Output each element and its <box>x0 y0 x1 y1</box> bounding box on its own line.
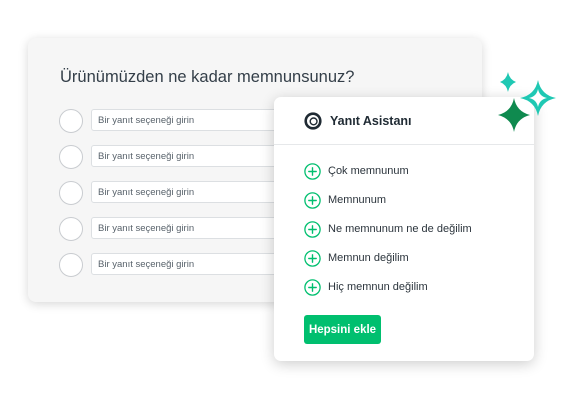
answer-assistant-panel: Yanıt Asistanı Çok memnunum Memnunum Ne … <box>274 97 534 361</box>
suggestion-item[interactable]: Memnun değilim <box>304 250 514 279</box>
suggestion-item[interactable]: Çok memnunum <box>304 163 514 192</box>
suggestion-label: Memnunum <box>328 194 387 206</box>
question-title: Ürünümüzden ne kadar memnunsunuz? <box>60 68 355 86</box>
suggestion-item[interactable]: Ne memnunum ne de değilim <box>304 221 514 250</box>
plus-circle-icon <box>304 221 321 238</box>
plus-circle-icon <box>304 250 321 267</box>
suggestion-label: Memnun değilim <box>328 252 409 264</box>
radio-button[interactable] <box>59 217 83 241</box>
plus-circle-icon <box>304 192 321 209</box>
suggestion-label: Hiç memnun değilim <box>328 281 428 293</box>
plus-circle-icon <box>304 163 321 180</box>
suggestion-item[interactable]: Memnunum <box>304 192 514 221</box>
plus-circle-icon <box>304 279 321 296</box>
sparkle-small-icon <box>500 72 516 92</box>
suggestion-list: Çok memnunum Memnunum Ne memnunum ne de … <box>304 163 514 308</box>
radio-button[interactable] <box>59 253 83 277</box>
suggestion-item[interactable]: Hiç memnun değilim <box>304 279 514 308</box>
assistant-header: Yanıt Asistanı <box>274 97 534 145</box>
radio-button[interactable] <box>59 109 83 133</box>
suggestion-label: Çok memnunum <box>328 165 409 177</box>
radio-button[interactable] <box>59 181 83 205</box>
radio-button[interactable] <box>59 145 83 169</box>
suggestion-label: Ne memnunum ne de değilim <box>328 223 472 235</box>
add-all-button[interactable]: Hepsini ekle <box>304 315 381 344</box>
sparkles-icon <box>498 72 556 132</box>
sparkle-dark-icon <box>498 98 530 132</box>
ring-logo-icon <box>304 112 322 130</box>
assistant-title: Yanıt Asistanı <box>330 114 412 128</box>
